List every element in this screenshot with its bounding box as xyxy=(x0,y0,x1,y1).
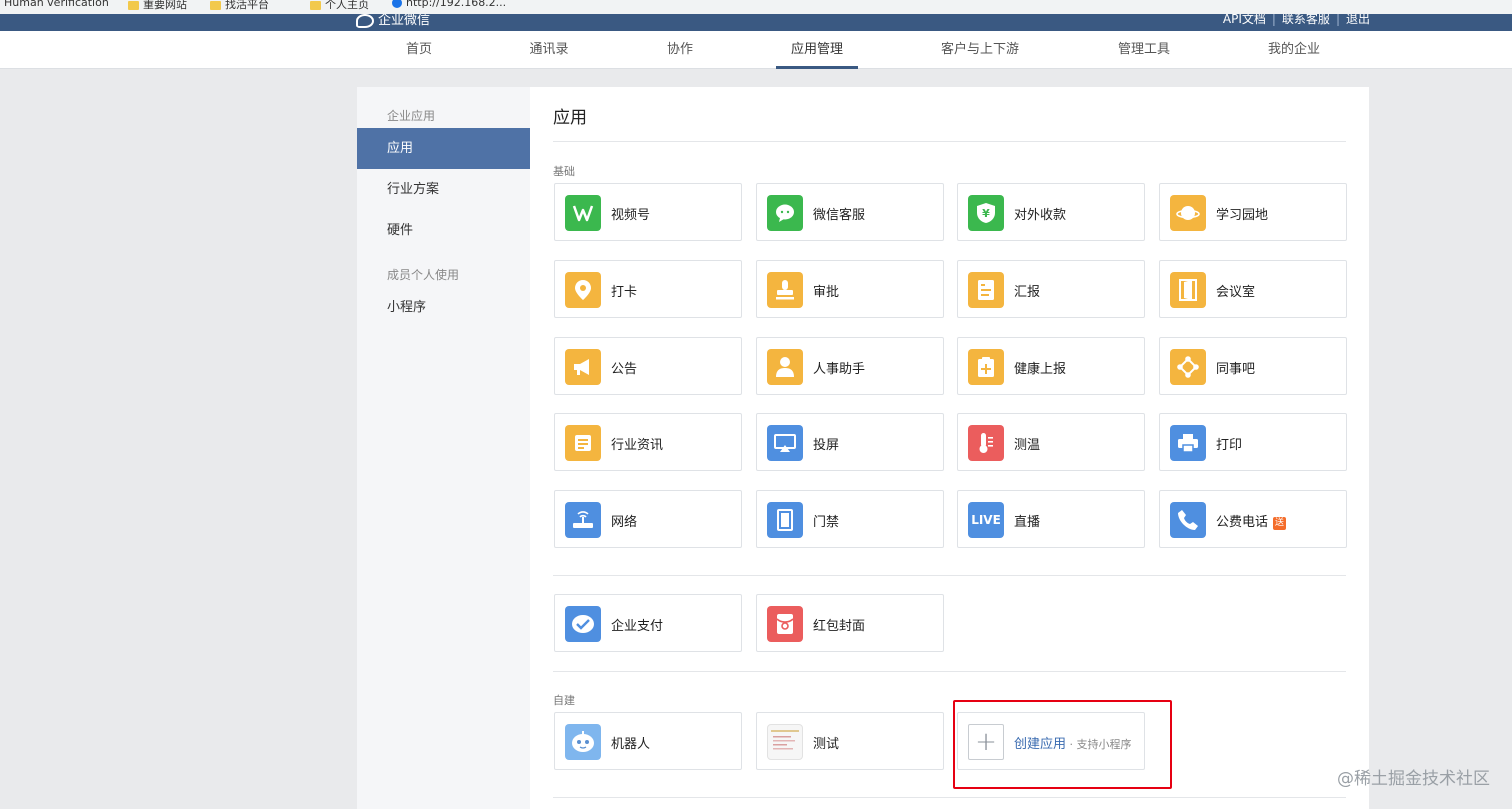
nav-collaboration[interactable]: 协作 xyxy=(653,31,707,69)
thermometer-icon xyxy=(968,425,1004,461)
app-card-red-envelope[interactable]: 红包封面 xyxy=(756,594,944,652)
app-card-robot[interactable]: 机器人 xyxy=(554,712,742,770)
planet-icon xyxy=(1170,195,1206,231)
network-nodes-icon xyxy=(1170,349,1206,385)
nav-customers[interactable]: 客户与上下游 xyxy=(928,31,1032,69)
app-card-test[interactable]: 测试 xyxy=(756,712,944,770)
person-icon xyxy=(767,349,803,385)
wecom-logo-icon xyxy=(356,14,374,28)
robot-icon xyxy=(565,724,601,760)
sidebar-group-enterprise: 企业应用 xyxy=(387,109,436,123)
section-label-basic: 基础 xyxy=(553,165,575,178)
sidebar-item-industry[interactable]: 行业方案 xyxy=(357,169,530,210)
app-card-access-control[interactable]: 门禁 xyxy=(756,490,944,548)
health-clipboard-icon xyxy=(968,349,1004,385)
access-door-icon xyxy=(767,502,803,538)
screen-cast-icon xyxy=(767,425,803,461)
printer-icon xyxy=(1170,425,1206,461)
divider xyxy=(553,575,1346,576)
svg-text:¥: ¥ xyxy=(982,207,990,220)
divider xyxy=(553,671,1346,672)
app-card-screencast[interactable]: 投屏 xyxy=(756,413,944,471)
bookmark-item[interactable]: 重要网站 xyxy=(128,0,187,12)
divider xyxy=(553,141,1346,142)
folder-icon xyxy=(310,0,321,10)
bookmark-item[interactable]: 个人主页 xyxy=(310,0,369,12)
router-icon xyxy=(565,502,601,538)
test-thumbnail-icon xyxy=(767,724,803,760)
app-card-network[interactable]: 网络 xyxy=(554,490,742,548)
app-card-print[interactable]: 打印 xyxy=(1159,413,1347,471)
app-card-health-report[interactable]: 健康上报 xyxy=(957,337,1145,395)
folder-icon xyxy=(210,0,221,10)
watermark: @稀土掘金技术社区 xyxy=(1337,769,1490,789)
top-header: 企业微信 API文档 | 联系客服 | 退出 xyxy=(0,14,1512,31)
bookmark-item[interactable]: http://192.168.2... xyxy=(392,0,506,9)
phone-icon xyxy=(1170,502,1206,538)
section-label-custom: 自建 xyxy=(553,694,575,707)
yuan-shield-icon: ¥ xyxy=(968,195,1004,231)
logo[interactable]: 企业微信 xyxy=(356,14,430,28)
location-pin-icon xyxy=(565,272,601,308)
report-doc-icon xyxy=(968,272,1004,308)
payment-check-icon xyxy=(565,606,601,642)
api-docs-link[interactable]: API文档 xyxy=(1223,14,1266,26)
folder-icon xyxy=(128,0,139,10)
app-card-wechat-service[interactable]: 微信客服 xyxy=(756,183,944,241)
bookmark-item[interactable]: Human verification xyxy=(4,0,109,9)
header-links: API文档 | 联系客服 | 退出 xyxy=(1222,14,1370,26)
sidebar-item-apps[interactable]: 应用 xyxy=(357,128,530,169)
contact-support-link[interactable]: 联系客服 xyxy=(1282,14,1330,26)
news-scroll-icon xyxy=(565,425,601,461)
page-title: 应用 xyxy=(553,108,587,128)
sidebar-item-miniprogram[interactable]: 小程序 xyxy=(357,287,530,328)
sidebar-group-personal: 成员个人使用 xyxy=(387,268,460,282)
sidebar-item-hardware[interactable]: 硬件 xyxy=(357,210,530,251)
main-content: 应用 基础 视频号 微信客服 ¥ 对外收款 学习园地 打卡 审批 汇报 会议室 … xyxy=(530,87,1369,809)
app-card-checkin[interactable]: 打卡 xyxy=(554,260,742,318)
app-card-paid-phone[interactable]: 公费电话送 xyxy=(1159,490,1347,548)
megaphone-icon xyxy=(565,349,601,385)
app-card-hr-assistant[interactable]: 人事助手 xyxy=(756,337,944,395)
app-card-approval[interactable]: 审批 xyxy=(756,260,944,318)
channels-icon xyxy=(565,195,601,231)
sidebar: 企业应用 应用 行业方案 硬件 成员个人使用 小程序 xyxy=(357,87,530,809)
app-card-report[interactable]: 汇报 xyxy=(957,260,1145,318)
main-nav: 首页 通讯录 协作 应用管理 客户与上下游 管理工具 我的企业 xyxy=(0,31,1512,69)
nav-contacts[interactable]: 通讯录 xyxy=(515,31,583,69)
app-card-enterprise-pay[interactable]: 企业支付 xyxy=(554,594,742,652)
live-icon: LIVE xyxy=(968,502,1004,538)
globe-icon xyxy=(392,0,402,8)
bookmark-item[interactable]: 找活平台 xyxy=(210,0,269,12)
door-icon xyxy=(1170,272,1206,308)
app-card-channels[interactable]: 视频号 xyxy=(554,183,742,241)
app-card-temperature[interactable]: 测温 xyxy=(957,413,1145,471)
app-card-payments[interactable]: ¥ 对外收款 xyxy=(957,183,1145,241)
chat-bubble-icon xyxy=(767,195,803,231)
app-card-industry-news[interactable]: 行业资讯 xyxy=(554,413,742,471)
gift-badge: 送 xyxy=(1273,517,1287,530)
bookmarks-bar: Human verification 重要网站 找活平台 个人主页 http:/… xyxy=(0,0,1512,14)
app-card-meeting-room[interactable]: 会议室 xyxy=(1159,260,1347,318)
stamp-icon xyxy=(767,272,803,308)
red-envelope-icon xyxy=(767,606,803,642)
nav-admin-tools[interactable]: 管理工具 xyxy=(1104,31,1184,69)
nav-home[interactable]: 首页 xyxy=(392,31,446,69)
app-card-live[interactable]: LIVE 直播 xyxy=(957,490,1145,548)
app-card-learning[interactable]: 学习园地 xyxy=(1159,183,1347,241)
highlight-annotation xyxy=(953,700,1172,789)
divider xyxy=(553,797,1346,798)
nav-app-management[interactable]: 应用管理 xyxy=(776,31,858,69)
app-card-announcement[interactable]: 公告 xyxy=(554,337,742,395)
logout-link[interactable]: 退出 xyxy=(1346,14,1370,26)
app-card-colleagues[interactable]: 同事吧 xyxy=(1159,337,1347,395)
nav-my-enterprise[interactable]: 我的企业 xyxy=(1254,31,1334,69)
